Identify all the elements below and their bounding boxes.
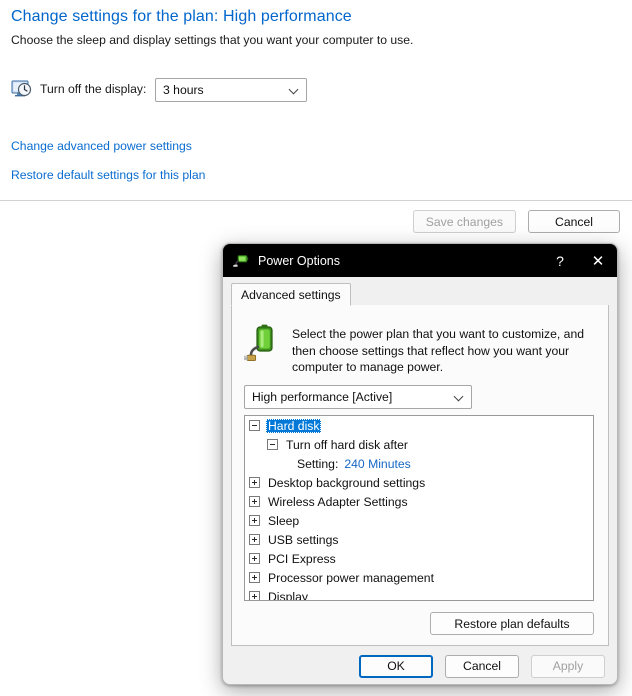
collapse-icon[interactable] bbox=[267, 439, 278, 450]
section-divider bbox=[0, 200, 632, 201]
tree-item-usb-settings[interactable]: USB settings bbox=[245, 530, 593, 549]
close-icon[interactable]: ✕ bbox=[579, 244, 617, 277]
tree-item-hard-disk[interactable]: Hard disk bbox=[245, 416, 593, 435]
display-clock-icon bbox=[11, 78, 32, 99]
battery-plug-icon bbox=[244, 323, 286, 365]
apply-button[interactable]: Apply bbox=[531, 654, 605, 678]
tree-item-display[interactable]: Display bbox=[245, 587, 593, 601]
tree-item-label: Wireless Adapter Settings bbox=[268, 494, 408, 509]
tree-item-label: Turn off hard disk after bbox=[286, 437, 408, 452]
tree-item-label: Hard disk bbox=[266, 418, 322, 433]
expand-icon[interactable] bbox=[249, 553, 260, 564]
turn-off-display-select[interactable]: 3 hours bbox=[155, 78, 307, 102]
tree-item-desktop-background-settings[interactable]: Desktop background settings bbox=[245, 473, 593, 492]
power-plug-battery-icon bbox=[233, 252, 250, 269]
tree-item-label: Display bbox=[268, 589, 308, 601]
dialog-title: Power Options bbox=[258, 253, 340, 268]
page-action-buttons: Save changes Cancel bbox=[412, 210, 620, 233]
power-plan-settings-page: Change settings for the plan: High perfo… bbox=[0, 0, 632, 233]
tree-item-wireless-adapter-settings[interactable]: Wireless Adapter Settings bbox=[245, 492, 593, 511]
restore-default-settings-link[interactable]: Restore default settings for this plan bbox=[11, 168, 205, 182]
tree-item-label: USB settings bbox=[268, 532, 339, 547]
tree-item-processor-power-management[interactable]: Processor power management bbox=[245, 568, 593, 587]
collapse-icon[interactable] bbox=[249, 420, 260, 431]
tree-item-sleep[interactable]: Sleep bbox=[245, 511, 593, 530]
setting-value-link[interactable]: 240 Minutes bbox=[342, 457, 412, 471]
restore-plan-defaults-wrap: Restore plan defaults bbox=[430, 612, 594, 635]
tabstrip: Advanced settings bbox=[231, 283, 609, 306]
screen: Change settings for the plan: High perfo… bbox=[0, 0, 632, 696]
advanced-settings-tree[interactable]: Hard disk Turn off hard disk after Setti… bbox=[244, 415, 594, 601]
info-text: Select the power plan that you want to c… bbox=[292, 327, 584, 374]
chevron-down-icon bbox=[290, 86, 298, 94]
info-row: Select the power plan that you want to c… bbox=[244, 323, 594, 376]
page-subtitle: Choose the sleep and display settings th… bbox=[11, 33, 414, 47]
help-icon[interactable]: ? bbox=[541, 244, 579, 277]
turn-off-display-label: Turn off the display: bbox=[40, 81, 147, 96]
expand-icon[interactable] bbox=[249, 534, 260, 545]
ok-button[interactable]: OK bbox=[359, 654, 433, 678]
setting-label: Setting: bbox=[297, 456, 339, 471]
tree-item-label: Desktop background settings bbox=[268, 475, 426, 490]
turn-off-display-row: Turn off the display: bbox=[11, 78, 157, 99]
expand-icon[interactable] bbox=[249, 496, 260, 507]
tree-item-label: Sleep bbox=[268, 513, 300, 528]
expand-icon[interactable] bbox=[249, 572, 260, 583]
power-plan-select[interactable]: High performance [Active] bbox=[244, 385, 472, 409]
tab-advanced-settings[interactable]: Advanced settings bbox=[231, 283, 351, 306]
change-advanced-power-settings-link[interactable]: Change advanced power settings bbox=[11, 139, 192, 153]
tree-item-label: PCI Express bbox=[268, 551, 336, 566]
cancel-button[interactable]: Cancel bbox=[528, 210, 620, 233]
page-title: Change settings for the plan: High perfo… bbox=[11, 8, 352, 25]
power-options-dialog: Power Options ? ✕ Advanced settings Sele… bbox=[222, 243, 618, 685]
save-changes-button[interactable]: Save changes bbox=[412, 210, 516, 233]
dialog-body: Advanced settings Select the power plan … bbox=[223, 277, 617, 684]
tree-item-label: Processor power management bbox=[268, 570, 434, 585]
expand-icon[interactable] bbox=[249, 515, 260, 526]
dialog-cancel-button[interactable]: Cancel bbox=[445, 654, 519, 678]
dialog-footer: OK Cancel Apply bbox=[223, 646, 617, 684]
restore-plan-defaults-button[interactable]: Restore plan defaults bbox=[430, 612, 594, 635]
tree-item-turn-off-hard-disk-after[interactable]: Turn off hard disk after bbox=[245, 435, 593, 454]
expand-icon[interactable] bbox=[249, 591, 260, 600]
turn-off-display-value: 3 hours bbox=[163, 83, 204, 97]
tree-item-setting-value[interactable]: Setting: 240 Minutes bbox=[245, 454, 593, 473]
power-plan-value: High performance [Active] bbox=[252, 390, 393, 404]
dialog-titlebar[interactable]: Power Options ? ✕ bbox=[223, 244, 617, 277]
tree-item-pci-express[interactable]: PCI Express bbox=[245, 549, 593, 568]
advanced-settings-panel: Select the power plan that you want to c… bbox=[231, 305, 609, 646]
chevron-down-icon bbox=[455, 393, 463, 401]
expand-icon[interactable] bbox=[249, 477, 260, 488]
